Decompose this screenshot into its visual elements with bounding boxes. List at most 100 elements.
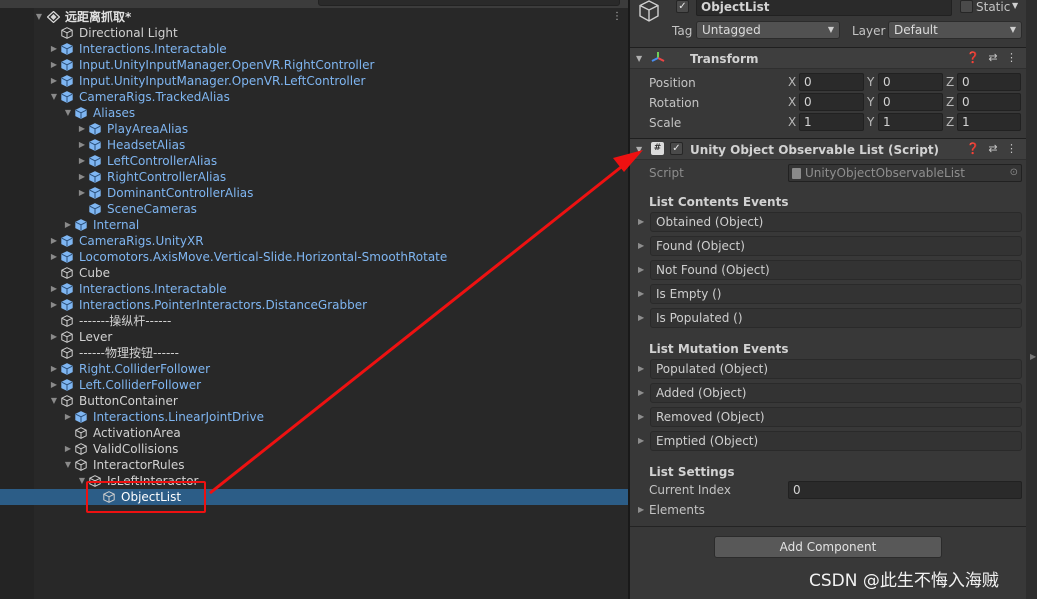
unity-event-foldout[interactable]: Not Found (Object) <box>650 260 1022 280</box>
chevron-right-icon[interactable]: ▶ <box>638 502 644 518</box>
unity-event-foldout[interactable]: Added (Object) <box>650 383 1022 403</box>
object-name-field[interactable]: ObjectList <box>696 0 952 16</box>
hierarchy-item[interactable]: SceneCameras <box>0 201 628 217</box>
chevron-right-icon[interactable]: ▶ <box>63 217 73 233</box>
hierarchy-item[interactable]: ▶ Lever <box>0 329 628 345</box>
hierarchy-item[interactable]: ▶ Interactions.Interactable <box>0 281 628 297</box>
chevron-right-icon[interactable]: ▶ <box>49 281 59 297</box>
hierarchy-item[interactable]: ▶ CameraRigs.UnityXR <box>0 233 628 249</box>
axis-label[interactable]: Y <box>867 113 877 131</box>
chevron-right-icon[interactable]: ▶ <box>638 284 644 304</box>
current-index-field[interactable]: 0 <box>788 481 1022 499</box>
hierarchy-item[interactable]: Cube <box>0 265 628 281</box>
elements-label[interactable]: Elements <box>649 502 705 518</box>
unity-event-foldout[interactable]: Populated (Object) <box>650 359 1022 379</box>
chevron-right-icon[interactable]: ▶ <box>638 308 644 328</box>
hierarchy-item[interactable]: ▶ Interactions.LinearJointDrive <box>0 409 628 425</box>
hierarchy-item[interactable]: ▼ ButtonContainer <box>0 393 628 409</box>
hierarchy-item[interactable]: ▶ HeadsetAlias <box>0 137 628 153</box>
unity-event-foldout[interactable]: Is Empty () <box>650 284 1022 304</box>
hierarchy-item[interactable]: ▶ Locomotors.AxisMove.Vertical-Slide.Hori… <box>0 249 628 265</box>
chevron-right-icon[interactable]: ▶ <box>63 409 73 425</box>
kebab-menu-icon[interactable]: ⋮ <box>1006 142 1017 156</box>
chevron-right-icon[interactable]: ▶ <box>638 431 644 451</box>
axis-label[interactable]: X <box>788 113 798 131</box>
layer-dropdown[interactable]: Default ▼ <box>888 21 1022 39</box>
chevron-down-icon[interactable]: ▼ <box>636 142 642 158</box>
hierarchy-item[interactable]: ▶ Internal <box>0 217 628 233</box>
hierarchy-item[interactable]: ▶ Interactions.PointerInteractors.Distanc… <box>0 297 628 313</box>
add-component-button[interactable]: Add Component <box>714 536 942 558</box>
chevron-down-icon[interactable]: ▼ <box>636 51 642 67</box>
axis-label[interactable]: Z <box>946 93 956 111</box>
chevron-right-icon[interactable]: ▶ <box>77 185 87 201</box>
unity-event-foldout[interactable]: Obtained (Object) <box>650 212 1022 232</box>
rotation-value-field[interactable]: 0 <box>799 93 864 111</box>
chevron-right-icon[interactable]: ▶ <box>63 441 73 457</box>
axis-label[interactable]: X <box>788 93 798 111</box>
chevron-right-icon[interactable]: ▶ <box>49 377 59 393</box>
hierarchy-item[interactable]: ▶ DominantControllerAlias <box>0 185 628 201</box>
axis-label[interactable]: X <box>788 73 798 91</box>
hierarchy-item[interactable]: ▶ PlayAreaAlias <box>0 121 628 137</box>
chevron-right-icon[interactable]: ▶ <box>638 359 644 379</box>
hierarchy-item[interactable]: ▼ InteractorRules <box>0 457 628 473</box>
component-enabled-checkbox[interactable]: ✓ <box>670 142 683 155</box>
preset-icon[interactable]: ⇄ <box>986 51 1000 65</box>
axis-label[interactable]: Y <box>867 93 877 111</box>
hierarchy-item[interactable]: ▶ Input.UnityInputManager.OpenVR.RightCon… <box>0 57 628 73</box>
chevron-down-icon[interactable]: ▼ <box>49 393 59 409</box>
hierarchy-item[interactable]: ▶ Right.ColliderFollower <box>0 361 628 377</box>
hierarchy-search-input[interactable] <box>318 0 620 6</box>
chevron-right-icon[interactable]: ▶ <box>77 153 87 169</box>
chevron-right-icon[interactable]: ▶ <box>49 297 59 313</box>
static-checkbox[interactable] <box>960 0 973 13</box>
position-value-field[interactable]: 0 <box>878 73 943 91</box>
hierarchy-item[interactable]: ▶ ValidCollisions <box>0 441 628 457</box>
chevron-right-icon[interactable]: ▶ <box>77 121 87 137</box>
axis-label[interactable]: Y <box>867 73 877 91</box>
chevron-down-icon[interactable]: ▼ <box>34 9 44 25</box>
kebab-menu-icon[interactable]: ⋮ <box>612 11 622 23</box>
chevron-right-icon[interactable]: ▶ <box>49 329 59 345</box>
hierarchy-item[interactable]: ▶ Left.ColliderFollower <box>0 377 628 393</box>
scene-row[interactable]: ▼ 远距离抓取* <box>0 9 628 25</box>
axis-label[interactable]: Z <box>946 73 956 91</box>
chevron-right-icon[interactable]: ▶ <box>49 249 59 265</box>
hierarchy-item[interactable]: -------操纵杆------ <box>0 313 628 329</box>
chevron-right-icon[interactable]: ▶ <box>49 73 59 89</box>
hierarchy-item[interactable]: ------物理按钮------ <box>0 345 628 361</box>
position-value-field[interactable]: 0 <box>957 73 1021 91</box>
chevron-right-icon[interactable]: ▶ <box>638 260 644 280</box>
hierarchy-item[interactable]: ▶ Input.UnityInputManager.OpenVR.LeftCont… <box>0 73 628 89</box>
chevron-down-icon[interactable]: ▼ <box>63 105 73 121</box>
hierarchy-item[interactable]: ▼ Aliases <box>0 105 628 121</box>
transform-header[interactable]: ▼ Transform ❓ ⇄ ⋮ <box>630 47 1026 69</box>
unity-event-foldout[interactable]: Found (Object) <box>650 236 1022 256</box>
chevron-right-icon[interactable]: ▶ <box>77 137 87 153</box>
hierarchy-item[interactable]: ▶ LeftControllerAlias <box>0 153 628 169</box>
hierarchy-item[interactable]: ▶ RightControllerAlias <box>0 169 628 185</box>
static-dropdown-arrow-icon[interactable]: ▼ <box>1012 1 1018 10</box>
axis-label[interactable]: Z <box>946 113 956 131</box>
tag-dropdown[interactable]: Untagged ▼ <box>696 21 840 39</box>
position-value-field[interactable]: 0 <box>799 73 864 91</box>
chevron-right-icon[interactable]: ▶ <box>638 407 644 427</box>
unity-event-foldout[interactable]: Emptied (Object) <box>650 431 1022 451</box>
chevron-right-icon[interactable]: ▶ <box>49 233 59 249</box>
chevron-right-icon[interactable]: ▶ <box>638 383 644 403</box>
object-picker-icon[interactable]: ⊙ <box>1010 165 1018 181</box>
hierarchy-item[interactable]: ▶ Interactions.Interactable <box>0 41 628 57</box>
hierarchy-item[interactable]: Directional Light <box>0 25 628 41</box>
scale-value-field[interactable]: 1 <box>957 113 1021 131</box>
hierarchy-item[interactable]: ActivationArea <box>0 425 628 441</box>
rotation-value-field[interactable]: 0 <box>957 93 1021 111</box>
preset-icon[interactable]: ⇄ <box>986 142 1000 156</box>
rotation-value-field[interactable]: 0 <box>878 93 943 111</box>
scale-value-field[interactable]: 1 <box>878 113 943 131</box>
hierarchy-item[interactable]: ▼ CameraRigs.TrackedAlias <box>0 89 628 105</box>
script-component-header[interactable]: ▼ # ✓ Unity Object Observable List (Scri… <box>630 138 1026 160</box>
chevron-right-icon[interactable]: ▶ <box>638 236 644 256</box>
chevron-right-icon[interactable]: ▶ <box>49 361 59 377</box>
chevron-right-icon[interactable]: ▶ <box>638 212 644 232</box>
